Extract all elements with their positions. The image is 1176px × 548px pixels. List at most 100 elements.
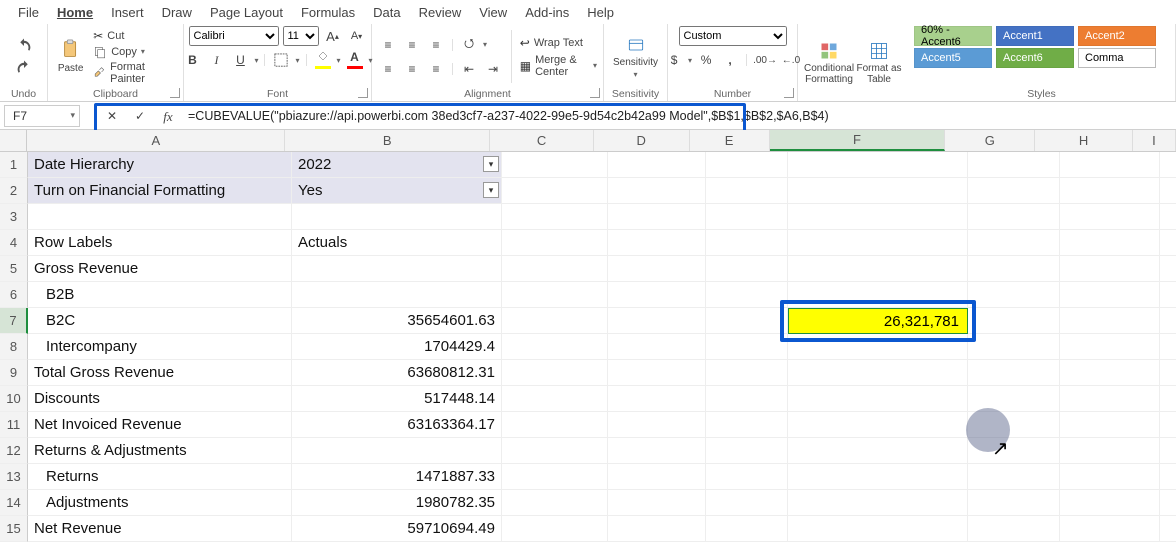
cell-G3[interactable] (968, 204, 1060, 230)
cell-A4[interactable]: Row Labels (28, 230, 292, 256)
font-size-select[interactable]: 11 (283, 26, 319, 46)
cell-C10[interactable] (502, 386, 608, 412)
row-header-14[interactable]: 14 (0, 490, 28, 516)
cell-E9[interactable] (706, 360, 788, 386)
cell-I11[interactable] (1160, 412, 1176, 438)
style-accent6[interactable]: Accent6 (996, 48, 1074, 68)
cell-F13[interactable] (788, 464, 968, 490)
cell-F3[interactable] (788, 204, 968, 230)
merge-center-button[interactable]: ▦ Merge & Center ▾ (520, 54, 597, 78)
cell-D9[interactable] (608, 360, 706, 386)
row-header-11[interactable]: 11 (0, 412, 28, 438)
selected-cell[interactable]: 26,321,781 (788, 308, 968, 334)
format-painter-button[interactable]: Format Painter (93, 61, 177, 85)
cell-D14[interactable] (608, 490, 706, 516)
align-top-button[interactable]: ≡ (378, 35, 398, 55)
cell-B3[interactable] (292, 204, 502, 230)
cell-A15[interactable]: Net Revenue (28, 516, 292, 542)
cell-B12[interactable] (292, 438, 502, 464)
cell-E13[interactable] (706, 464, 788, 490)
comma-format-button[interactable]: , (720, 50, 740, 70)
row-header-1[interactable]: 1 (0, 152, 28, 178)
cell-I9[interactable] (1160, 360, 1176, 386)
cell-D2[interactable] (608, 178, 706, 204)
style-accent2[interactable]: Accent2 (1078, 26, 1156, 46)
menu-item-insert[interactable]: Insert (111, 5, 144, 20)
formula-bar-input[interactable]: =CUBEVALUE("pbiazure://api.powerbi.com 3… (188, 109, 1176, 123)
cell-B13[interactable]: 1471887.33 (292, 464, 502, 490)
sensitivity-button[interactable]: Sensitivity ▾ (618, 35, 654, 79)
cell-C13[interactable] (502, 464, 608, 490)
column-header-G[interactable]: G (945, 130, 1035, 151)
style-60-accent6[interactable]: 60% - Accent6 (914, 26, 992, 46)
fill-color-button[interactable] (313, 50, 333, 70)
cell-C14[interactable] (502, 490, 608, 516)
cell-H7[interactable] (1060, 308, 1160, 334)
cell-D11[interactable] (608, 412, 706, 438)
cell-D6[interactable] (608, 282, 706, 308)
filter-button-B2[interactable]: ▾ (483, 182, 499, 198)
number-format-select[interactable]: Custom (679, 26, 787, 46)
cell-I13[interactable] (1160, 464, 1176, 490)
cell-A6[interactable]: B2B (28, 282, 292, 308)
cell-I14[interactable] (1160, 490, 1176, 516)
cell-I3[interactable] (1160, 204, 1176, 230)
cell-G7[interactable] (968, 308, 1060, 334)
column-header-B[interactable]: B (285, 130, 490, 151)
cell-E2[interactable] (706, 178, 788, 204)
style-comma[interactable]: Comma (1078, 48, 1156, 68)
align-bottom-button[interactable]: ≡ (426, 35, 446, 55)
align-left-button[interactable]: ≡ (378, 59, 398, 79)
cell-F2[interactable] (788, 178, 968, 204)
increase-font-button[interactable]: A▴ (323, 26, 343, 46)
cell-B1[interactable]: 2022▾ (292, 152, 502, 178)
style-accent1[interactable]: Accent1 (996, 26, 1074, 46)
cell-E14[interactable] (706, 490, 788, 516)
increase-indent-button[interactable]: ⇥ (483, 59, 503, 79)
column-header-H[interactable]: H (1035, 130, 1133, 151)
cell-H9[interactable] (1060, 360, 1160, 386)
cell-E7[interactable] (706, 308, 788, 334)
cell-E11[interactable] (706, 412, 788, 438)
enter-formula-button[interactable]: ✓ (130, 106, 150, 126)
cell-B2[interactable]: Yes▾ (292, 178, 502, 204)
decrease-font-button[interactable]: A▾ (347, 26, 367, 46)
cell-G14[interactable] (968, 490, 1060, 516)
name-box[interactable]: F7 ▾ (4, 105, 80, 127)
cell-D13[interactable] (608, 464, 706, 490)
cell-E12[interactable] (706, 438, 788, 464)
menu-item-review[interactable]: Review (419, 5, 462, 20)
style-accent5[interactable]: Accent5 (914, 48, 992, 68)
cell-C2[interactable] (502, 178, 608, 204)
row-header-13[interactable]: 13 (0, 464, 28, 490)
cell-H2[interactable] (1060, 178, 1160, 204)
bold-button[interactable]: B (182, 50, 202, 70)
worksheet-grid[interactable]: ABCDEFGHI 123456789101112131415 Date Hie… (0, 130, 1176, 542)
cell-I10[interactable] (1160, 386, 1176, 412)
row-header-12[interactable]: 12 (0, 438, 28, 464)
redo-button[interactable] (14, 58, 34, 78)
cell-D3[interactable] (608, 204, 706, 230)
insert-function-button[interactable]: fx (158, 107, 178, 127)
cell-G12[interactable] (968, 438, 1060, 464)
cell-D15[interactable] (608, 516, 706, 542)
cell-E5[interactable] (706, 256, 788, 282)
row-header-10[interactable]: 10 (0, 386, 28, 412)
cell-I4[interactable] (1160, 230, 1176, 256)
cell-A10[interactable]: Discounts (28, 386, 292, 412)
cell-H8[interactable] (1060, 334, 1160, 360)
cell-G15[interactable] (968, 516, 1060, 542)
cell-D10[interactable] (608, 386, 706, 412)
cell-H4[interactable] (1060, 230, 1160, 256)
cell-B4[interactable]: Actuals (292, 230, 502, 256)
cell-H12[interactable] (1060, 438, 1160, 464)
conditional-formatting-button[interactable]: Conditional Formatting (804, 41, 854, 85)
cell-D8[interactable] (608, 334, 706, 360)
cell-I1[interactable] (1160, 152, 1176, 178)
cell-F15[interactable] (788, 516, 968, 542)
cell-E8[interactable] (706, 334, 788, 360)
decrease-indent-button[interactable]: ⇤ (459, 59, 479, 79)
select-all-corner[interactable] (0, 130, 27, 151)
column-header-F[interactable]: F (770, 130, 946, 151)
clipboard-dialog-launcher[interactable] (170, 88, 180, 98)
